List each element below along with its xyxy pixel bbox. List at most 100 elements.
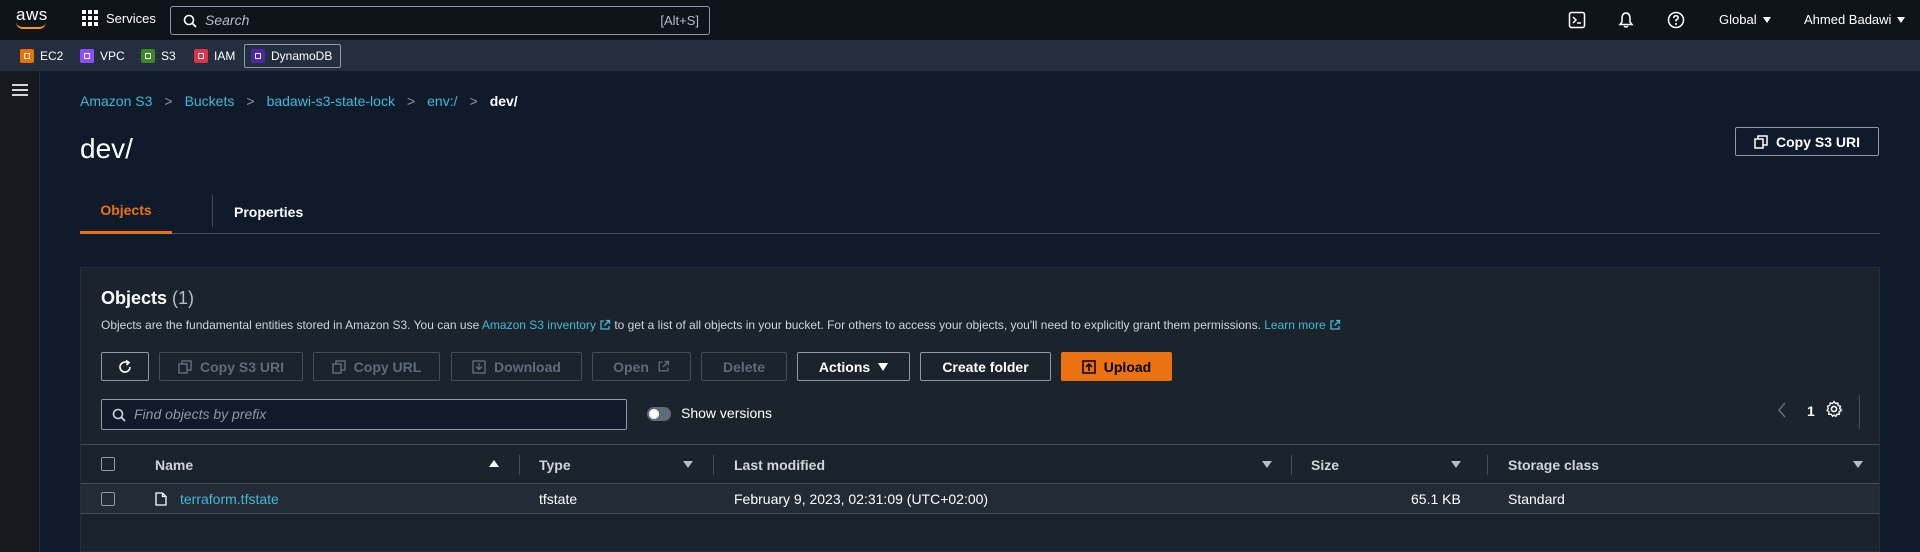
s3-inventory-link[interactable]: Amazon S3 inventory bbox=[482, 318, 596, 332]
vpc-icon bbox=[80, 49, 94, 63]
favorite-label: VPC bbox=[100, 49, 125, 63]
ec2-icon bbox=[20, 49, 34, 63]
panel-title-text: Objects bbox=[101, 288, 168, 308]
button-label: Delete bbox=[722, 358, 766, 375]
page-title: dev/ bbox=[80, 133, 133, 164]
download-button[interactable]: Download bbox=[451, 352, 582, 381]
grid-icon bbox=[82, 10, 98, 26]
external-link-icon bbox=[658, 360, 669, 372]
notifications-bell-icon[interactable] bbox=[1617, 11, 1635, 29]
iam-icon bbox=[194, 49, 208, 63]
copy-s3-uri-label: Copy S3 URI bbox=[1775, 133, 1860, 150]
row-checkbox[interactable] bbox=[101, 492, 115, 506]
external-link-icon bbox=[1329, 319, 1340, 330]
breadcrumb-bucket[interactable]: badawi-s3-state-lock bbox=[267, 93, 395, 109]
breadcrumb: Amazon S3 > Buckets > badawi-s3-state-lo… bbox=[80, 93, 518, 109]
caret-down-icon bbox=[1762, 16, 1771, 23]
sort-icon[interactable] bbox=[1853, 461, 1863, 468]
help-icon[interactable] bbox=[1667, 11, 1685, 29]
favorite-s3[interactable]: S3 bbox=[137, 44, 180, 68]
breadcrumb-env[interactable]: env:/ bbox=[427, 93, 457, 109]
chevron-right-icon: > bbox=[164, 93, 173, 109]
pager-divider bbox=[1859, 395, 1860, 429]
services-menu-button[interactable]: Services bbox=[82, 10, 156, 26]
favorite-iam[interactable]: IAM bbox=[190, 44, 239, 68]
favorite-vpc[interactable]: VPC bbox=[76, 44, 129, 68]
sort-icon[interactable] bbox=[1262, 461, 1272, 468]
gear-icon[interactable] bbox=[1825, 400, 1843, 418]
favorite-ec2[interactable]: EC2 bbox=[16, 44, 67, 68]
tabs: Objects Properties bbox=[80, 189, 1880, 234]
column-storage-class[interactable]: Storage class bbox=[1508, 457, 1599, 473]
copy-icon bbox=[178, 359, 192, 374]
objects-count: (1) bbox=[172, 288, 195, 308]
favorite-label: DynamoDB bbox=[271, 49, 333, 63]
chevron-right-icon: > bbox=[406, 93, 416, 109]
open-button[interactable]: Open bbox=[592, 352, 691, 381]
tab-properties[interactable]: Properties bbox=[234, 189, 303, 234]
external-link-icon bbox=[600, 319, 611, 330]
column-type[interactable]: Type bbox=[539, 457, 571, 473]
upload-icon bbox=[1082, 359, 1096, 374]
column-divider bbox=[519, 455, 520, 475]
breadcrumb-current: dev/ bbox=[489, 93, 518, 109]
tab-objects[interactable]: Objects bbox=[80, 189, 172, 234]
table-row: terraform.tfstate tfstate February 9, 20… bbox=[81, 484, 1879, 514]
desc-text: to get a list of all objects in your buc… bbox=[610, 318, 1265, 332]
delete-button[interactable]: Delete bbox=[701, 352, 787, 381]
caret-down-icon bbox=[1897, 16, 1906, 23]
breadcrumb-amazon-s3[interactable]: Amazon S3 bbox=[80, 93, 152, 109]
toggle-knob bbox=[649, 409, 659, 419]
column-last-modified[interactable]: Last modified bbox=[734, 457, 825, 473]
create-folder-button[interactable]: Create folder bbox=[920, 352, 1051, 381]
select-all-checkbox[interactable] bbox=[101, 457, 115, 471]
menu-hamburger-icon[interactable] bbox=[12, 84, 28, 98]
search-icon bbox=[112, 408, 126, 422]
file-icon bbox=[155, 492, 167, 506]
cloudshell-icon[interactable] bbox=[1568, 11, 1586, 29]
copy-s3-uri-button[interactable]: Copy S3 URI bbox=[1735, 127, 1879, 156]
object-name-link[interactable]: terraform.tfstate bbox=[180, 491, 279, 507]
tab-label: Objects bbox=[100, 202, 152, 218]
objects-panel-title: Objects (1) bbox=[101, 288, 194, 309]
chevron-right-icon: > bbox=[469, 93, 478, 109]
button-label: Create folder bbox=[942, 358, 1029, 375]
objects-description: Objects are the fundamental entities sto… bbox=[101, 318, 1341, 332]
column-name[interactable]: Name bbox=[155, 457, 193, 473]
search-input[interactable] bbox=[205, 12, 625, 28]
desc-text: Objects are the fundamental entities sto… bbox=[101, 318, 482, 332]
sort-icon[interactable] bbox=[683, 461, 693, 468]
breadcrumb-buckets[interactable]: Buckets bbox=[185, 93, 235, 109]
search-shortcut: [Alt+S] bbox=[660, 13, 699, 28]
button-label: Download bbox=[494, 358, 561, 375]
upload-button[interactable]: Upload bbox=[1061, 352, 1172, 381]
copy-s3-uri-action-button[interactable]: Copy S3 URI bbox=[159, 352, 303, 381]
column-divider bbox=[1487, 455, 1488, 475]
chevron-right-icon: > bbox=[246, 93, 255, 109]
button-label: Open bbox=[613, 358, 649, 375]
search-icon bbox=[183, 14, 197, 28]
column-divider bbox=[713, 455, 714, 475]
main-content: Amazon S3 > Buckets > badawi-s3-state-lo… bbox=[41, 71, 1920, 552]
refresh-button[interactable] bbox=[101, 352, 149, 381]
tab-divider bbox=[212, 195, 213, 227]
region-selector[interactable]: Global bbox=[1719, 12, 1771, 27]
global-search[interactable]: [Alt+S] bbox=[170, 6, 710, 35]
aws-logo[interactable]: aws bbox=[16, 6, 52, 34]
column-size[interactable]: Size bbox=[1311, 457, 1339, 473]
find-objects-filter[interactable] bbox=[101, 399, 627, 430]
learn-more-link[interactable]: Learn more bbox=[1264, 318, 1325, 332]
chevron-left-icon[interactable] bbox=[1777, 402, 1787, 418]
sort-ascending-icon[interactable] bbox=[489, 460, 499, 467]
page-number[interactable]: 1 bbox=[1807, 403, 1815, 419]
sort-icon[interactable] bbox=[1451, 461, 1461, 468]
favorite-dynamodb[interactable]: DynamoDB bbox=[244, 44, 342, 68]
show-versions-toggle[interactable] bbox=[647, 407, 671, 421]
account-menu[interactable]: Ahmed Badawi bbox=[1804, 12, 1906, 27]
find-objects-input[interactable] bbox=[134, 406, 614, 422]
table-header: Name Type Last modified Size Storage cla… bbox=[81, 444, 1879, 484]
copy-url-button[interactable]: Copy URL bbox=[313, 352, 440, 381]
actions-dropdown-button[interactable]: Actions bbox=[797, 352, 910, 381]
copy-icon bbox=[1754, 134, 1768, 149]
services-label: Services bbox=[106, 10, 156, 26]
